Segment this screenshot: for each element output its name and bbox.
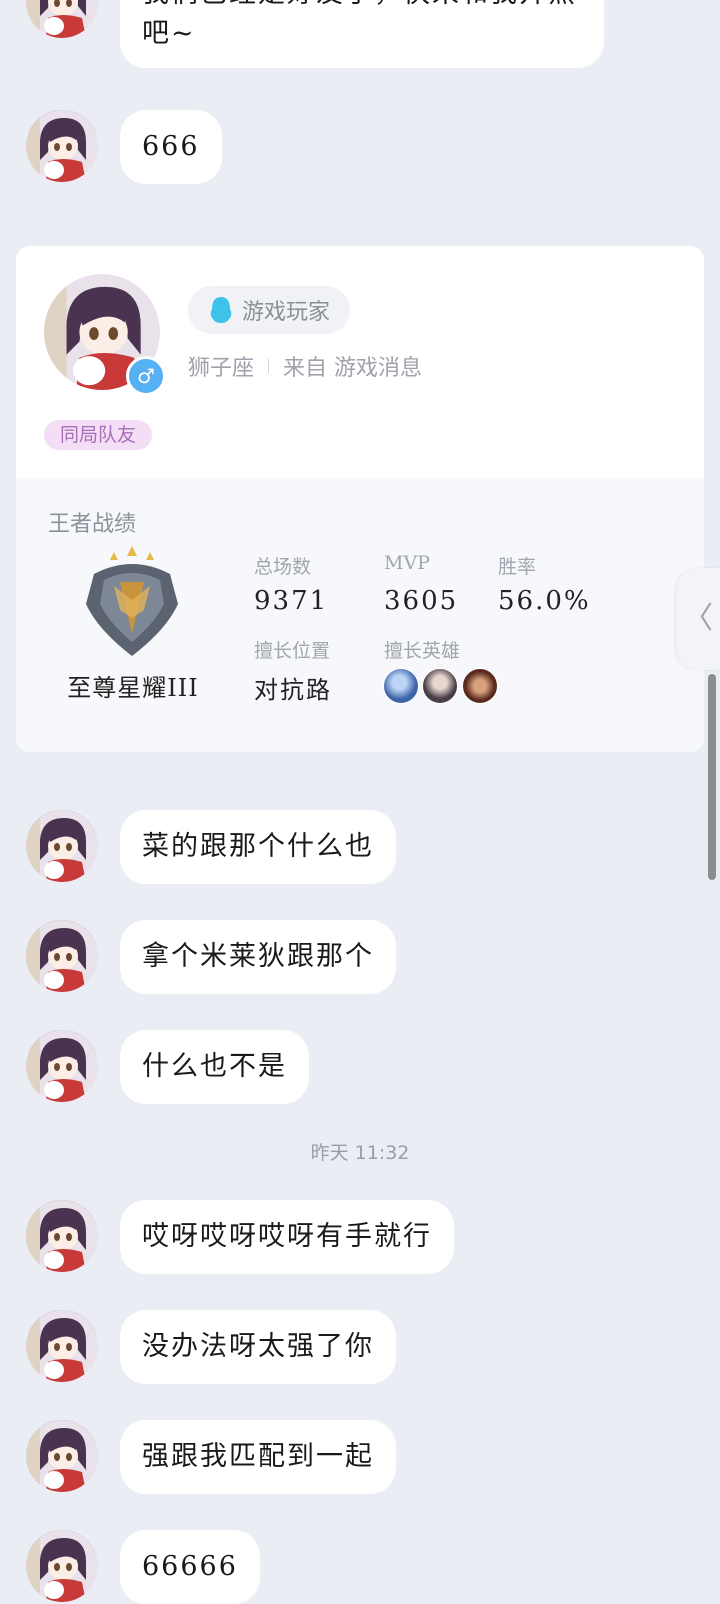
hero-avatar-3[interactable]: [462, 668, 498, 704]
mvp-label: MVP: [384, 552, 430, 574]
avatar[interactable]: [26, 1530, 98, 1602]
total-games-label: 总场数: [254, 556, 312, 578]
message-bubble[interactable]: 哎呀哎呀哎呀有手就行: [120, 1200, 454, 1274]
message-row: 菜的跟那个什么也: [26, 810, 396, 884]
constellation: 狮子座: [188, 356, 255, 381]
source-text: 来自 游戏消息: [283, 356, 423, 381]
qq-penguin-icon: [210, 297, 232, 323]
avatar[interactable]: [26, 0, 98, 38]
qq-game-player-badge[interactable]: 游戏玩家: [188, 286, 351, 334]
mvp-value: 3605: [384, 586, 459, 616]
section-title: 王者战绩: [48, 512, 137, 537]
avatar[interactable]: [26, 1200, 98, 1272]
winrate-label: 胜率: [498, 556, 537, 578]
total-games-value: 9371: [254, 586, 329, 616]
avatar[interactable]: [26, 1030, 98, 1102]
divider: [268, 359, 270, 373]
winrate-value: 56.0%: [498, 586, 591, 616]
message-row: 我们已经是好友了，快来和我开黑吧~: [26, 0, 604, 68]
avatar[interactable]: [26, 1310, 98, 1382]
profile-card-header: ♂ 游戏玩家 狮子座 来自 游戏消息 同局队友: [16, 246, 704, 478]
message-bubble[interactable]: 拿个米莱狄跟那个: [120, 920, 396, 994]
message-row: 什么也不是: [26, 1030, 309, 1104]
profile-avatar[interactable]: ♂: [44, 274, 166, 396]
game-stats-section: 王者战绩 至尊星耀III 总场数 9371 MVP 3605 胜率 56.0% …: [16, 478, 704, 752]
message-bubble[interactable]: 66666: [120, 1530, 260, 1604]
teammate-tag: 同局队友: [44, 420, 153, 450]
side-panel-handle[interactable]: 〈: [676, 568, 720, 670]
scrollbar[interactable]: [708, 674, 716, 880]
message-row: 666: [26, 110, 222, 184]
message-row: 哎呀哎呀哎呀有手就行: [26, 1200, 454, 1274]
message-row: 没办法呀太强了你: [26, 1310, 396, 1384]
message-row: 66666: [26, 1530, 260, 1604]
hero-avatar-1[interactable]: [383, 668, 419, 704]
profile-card[interactable]: ♂ 游戏玩家 狮子座 来自 游戏消息 同局队友 王者战绩 至尊星耀III 总场数: [16, 246, 704, 752]
position-value: 对抗路: [254, 676, 332, 704]
message-bubble[interactable]: 666: [120, 110, 222, 184]
message-row: 拿个米莱狄跟那个: [26, 920, 396, 994]
message-bubble[interactable]: 我们已经是好友了，快来和我开黑吧~: [120, 0, 604, 68]
heroes-label: 擅长英雄: [384, 640, 461, 662]
message-bubble[interactable]: 没办法呀太强了你: [120, 1310, 396, 1384]
avatar[interactable]: [26, 1420, 98, 1492]
avatar[interactable]: [26, 110, 98, 182]
avatar[interactable]: [26, 920, 98, 992]
message-bubble[interactable]: 菜的跟那个什么也: [120, 810, 396, 884]
message-timestamp: 昨天 11:32: [310, 1142, 410, 1164]
message-bubble[interactable]: 强跟我匹配到一起: [120, 1420, 396, 1494]
hero-avatar-2[interactable]: [422, 668, 458, 704]
position-label: 擅长位置: [254, 640, 331, 662]
rank-name: 至尊星耀III: [67, 674, 199, 702]
qq-label: 游戏玩家: [242, 300, 331, 325]
chevron-left-icon: 〈: [683, 601, 713, 636]
rank-emblem-icon: [86, 546, 178, 656]
male-gender-icon: ♂: [126, 356, 166, 396]
message-bubble[interactable]: 什么也不是: [120, 1030, 309, 1104]
profile-subinfo: 狮子座 来自 游戏消息: [188, 350, 422, 382]
avatar[interactable]: [26, 810, 98, 882]
message-row: 强跟我匹配到一起: [26, 1420, 396, 1494]
